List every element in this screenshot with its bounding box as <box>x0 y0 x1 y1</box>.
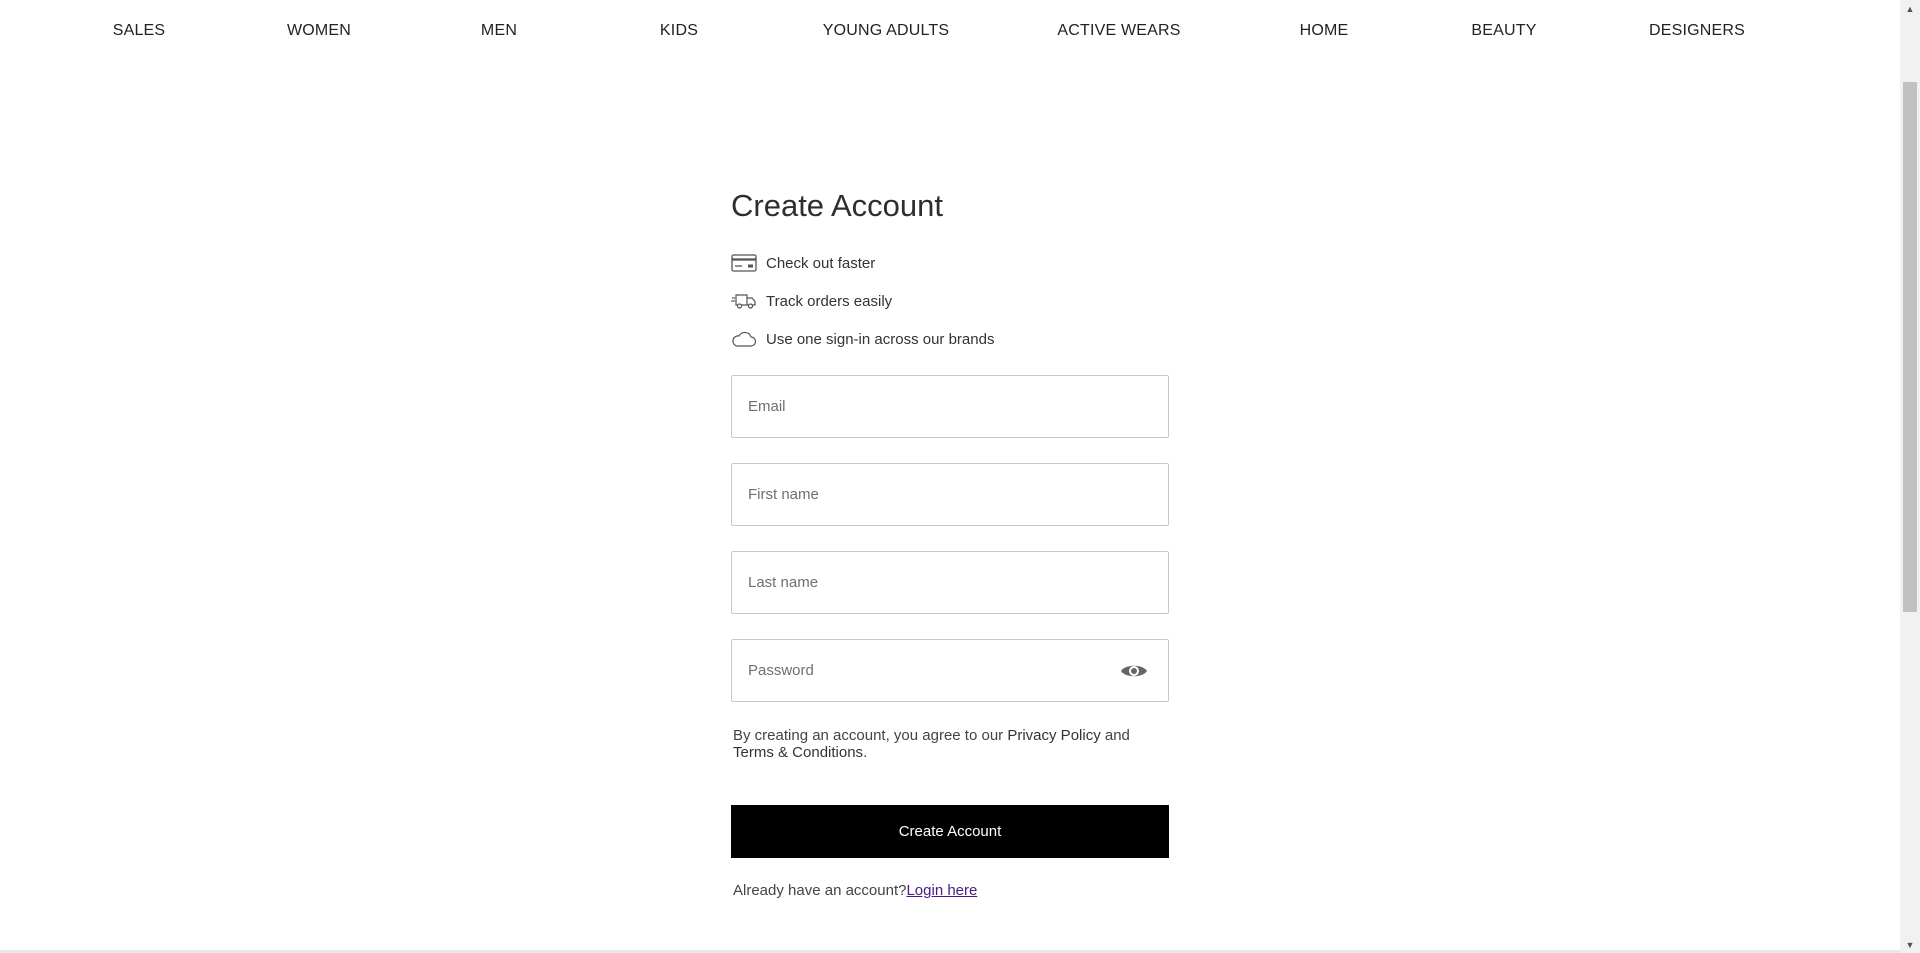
first-name-field[interactable] <box>732 464 1168 525</box>
create-account-form: Create Account Check out faster Track or… <box>731 186 1169 899</box>
credit-card-icon <box>731 253 757 273</box>
delivery-truck-icon <box>731 291 757 311</box>
nav-item-kids[interactable]: KIDS <box>660 22 698 40</box>
login-link[interactable]: Login here <box>906 882 977 899</box>
benefit-label: Check out faster <box>766 254 876 272</box>
nav-item-men[interactable]: MEN <box>481 22 517 40</box>
legal-notice: By creating an account, you agree to our… <box>731 727 1151 761</box>
nav-item-designers[interactable]: DESIGNERS <box>1649 22 1745 40</box>
last-name-field[interactable] <box>732 552 1168 613</box>
benefit-track: Track orders easily <box>731 282 1169 320</box>
privacy-policy-link[interactable]: Privacy Policy <box>1007 727 1100 744</box>
email-field[interactable] <box>732 376 1168 437</box>
benefit-label: Use one sign-in across our brands <box>766 330 995 348</box>
benefit-label: Track orders easily <box>766 292 893 310</box>
scroll-thumb[interactable] <box>1903 82 1917 612</box>
first-name-field-wrapper <box>731 463 1169 526</box>
cloud-icon <box>731 329 757 349</box>
top-navigation: SALES WOMEN MEN KIDS YOUNG ADULTS ACTIVE… <box>0 0 1900 64</box>
nav-item-active-wears[interactable]: ACTIVE WEARS <box>1057 22 1180 40</box>
legal-middle: and <box>1100 727 1130 744</box>
password-field-wrapper <box>731 639 1169 702</box>
benefit-sign-in: Use one sign-in across our brands <box>731 320 1169 358</box>
nav-item-sales[interactable]: SALES <box>113 22 166 40</box>
form-fields <box>731 375 1169 702</box>
page: SALES WOMEN MEN KIDS YOUNG ADULTS ACTIVE… <box>0 0 1920 953</box>
last-name-field-wrapper <box>731 551 1169 614</box>
benefits-list: Check out faster Track orders easily Use… <box>731 244 1169 358</box>
legal-suffix: . <box>863 744 868 761</box>
email-field-wrapper <box>731 375 1169 438</box>
scroll-up-icon[interactable]: ▲ <box>1900 0 1920 17</box>
eye-icon[interactable] <box>1119 660 1149 682</box>
nav-item-women[interactable]: WOMEN <box>287 22 351 40</box>
vertical-scrollbar[interactable]: ▲ ▼ <box>1900 0 1920 953</box>
nav-item-home[interactable]: HOME <box>1300 22 1349 40</box>
benefit-checkout: Check out faster <box>731 244 1169 282</box>
login-prompt-text: Already have an account? <box>733 882 907 899</box>
login-prompt: Already have an account?Login here <box>731 882 1169 899</box>
scroll-down-icon[interactable]: ▼ <box>1900 936 1920 953</box>
nav-item-young-adults[interactable]: YOUNG ADULTS <box>823 22 950 40</box>
legal-prefix: By creating an account, you agree to our <box>733 727 1008 744</box>
terms-conditions-link[interactable]: Terms & Conditions <box>733 744 863 761</box>
password-field[interactable] <box>732 640 1168 701</box>
page-title: Create Account <box>731 188 943 223</box>
nav-item-beauty[interactable]: BEAUTY <box>1471 22 1536 40</box>
create-account-button[interactable]: Create Account <box>731 805 1169 858</box>
